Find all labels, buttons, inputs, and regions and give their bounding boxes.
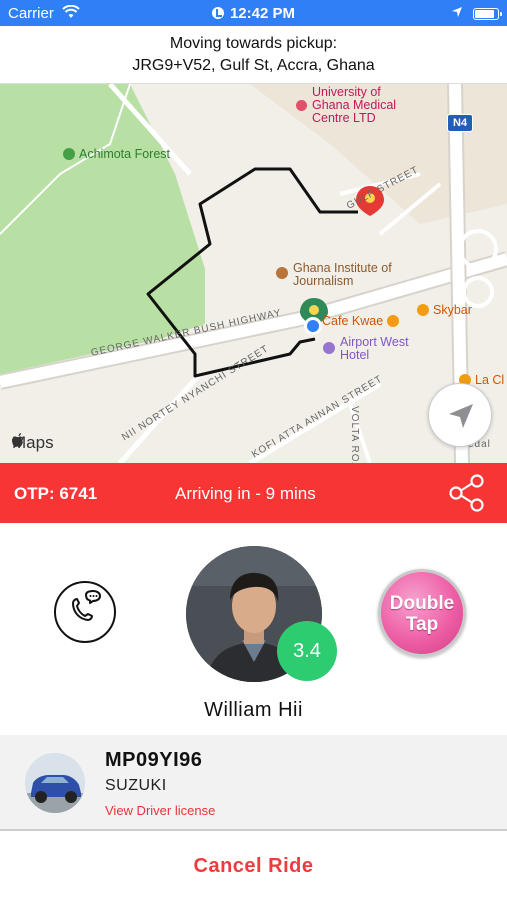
status-bar: Carrier 12:42 PM xyxy=(0,0,507,26)
vehicle-plate: MP09YI96 xyxy=(105,749,203,771)
battery-icon xyxy=(473,7,502,20)
car-icon xyxy=(25,753,85,813)
driver-rating-badge: 3.4 xyxy=(277,621,337,681)
park-icon xyxy=(63,148,75,160)
double-tap-button[interactable]: Double Tap xyxy=(378,569,466,657)
navigation-arrow-icon xyxy=(449,404,473,428)
phone-chat-icon xyxy=(72,590,101,621)
clock: 12:42 PM xyxy=(0,5,507,22)
street-volta: VOLTA ROAD xyxy=(349,406,360,463)
otp-label: OTP: 6741 xyxy=(14,484,98,503)
location-arrow-icon xyxy=(451,5,463,22)
car-photo xyxy=(25,753,85,813)
cancel-ride-button[interactable]: Cancel Ride xyxy=(0,833,507,900)
share-icon xyxy=(449,474,484,512)
poi-hotel[interactable]: Airport West Hotel xyxy=(323,336,413,362)
poi-journalism[interactable]: Ghana Institute of Journalism xyxy=(276,262,396,288)
share-button[interactable] xyxy=(447,473,487,513)
pickup-address: JRG9+V52, Gulf St, Accra, Ghana xyxy=(132,57,375,74)
time-label: 12:42 PM xyxy=(229,5,296,22)
driver-name: William Hii xyxy=(204,699,303,721)
double-tap-line2: Tap xyxy=(405,614,439,635)
cafe-icon xyxy=(387,315,400,327)
bar-icon xyxy=(417,304,429,316)
pickup-header: Moving towards pickup: JRG9+V52, Gulf St… xyxy=(0,26,507,84)
highway-badge: N4 xyxy=(447,114,474,132)
maps-brand: Maps xyxy=(12,433,54,452)
vehicle-make: SUZUKI xyxy=(105,777,167,794)
recenter-button[interactable] xyxy=(428,383,492,447)
vehicle-info: MP09YI96 SUZUKI View Driver license xyxy=(0,735,507,831)
poi-cafe[interactable]: Cafe Kwae xyxy=(322,315,400,328)
hospital-icon xyxy=(296,100,307,111)
alarm-icon xyxy=(211,7,224,19)
call-driver-button[interactable] xyxy=(54,581,116,643)
map-view[interactable]: N4 University of Ghana Medical Centre LT… xyxy=(0,84,507,463)
driver-panel: 3.4 Double Tap William Hii xyxy=(0,523,507,735)
eta-label: Arriving in - 9 mins xyxy=(175,484,316,503)
double-tap-line1: Double xyxy=(389,593,455,614)
view-driver-license-link[interactable]: View Driver license xyxy=(105,803,215,818)
poi-skybar[interactable]: Skybar xyxy=(417,304,472,317)
poi-forest[interactable]: Achimota Forest xyxy=(63,148,170,161)
hotel-icon xyxy=(323,342,335,354)
pickup-heading: Moving towards pickup: xyxy=(169,35,338,52)
poi-university[interactable]: University of Ghana Medical Centre LTD xyxy=(296,86,408,125)
school-icon xyxy=(276,267,288,279)
otp-bar: OTP: 6741 Arriving in - 9 mins xyxy=(0,463,507,523)
